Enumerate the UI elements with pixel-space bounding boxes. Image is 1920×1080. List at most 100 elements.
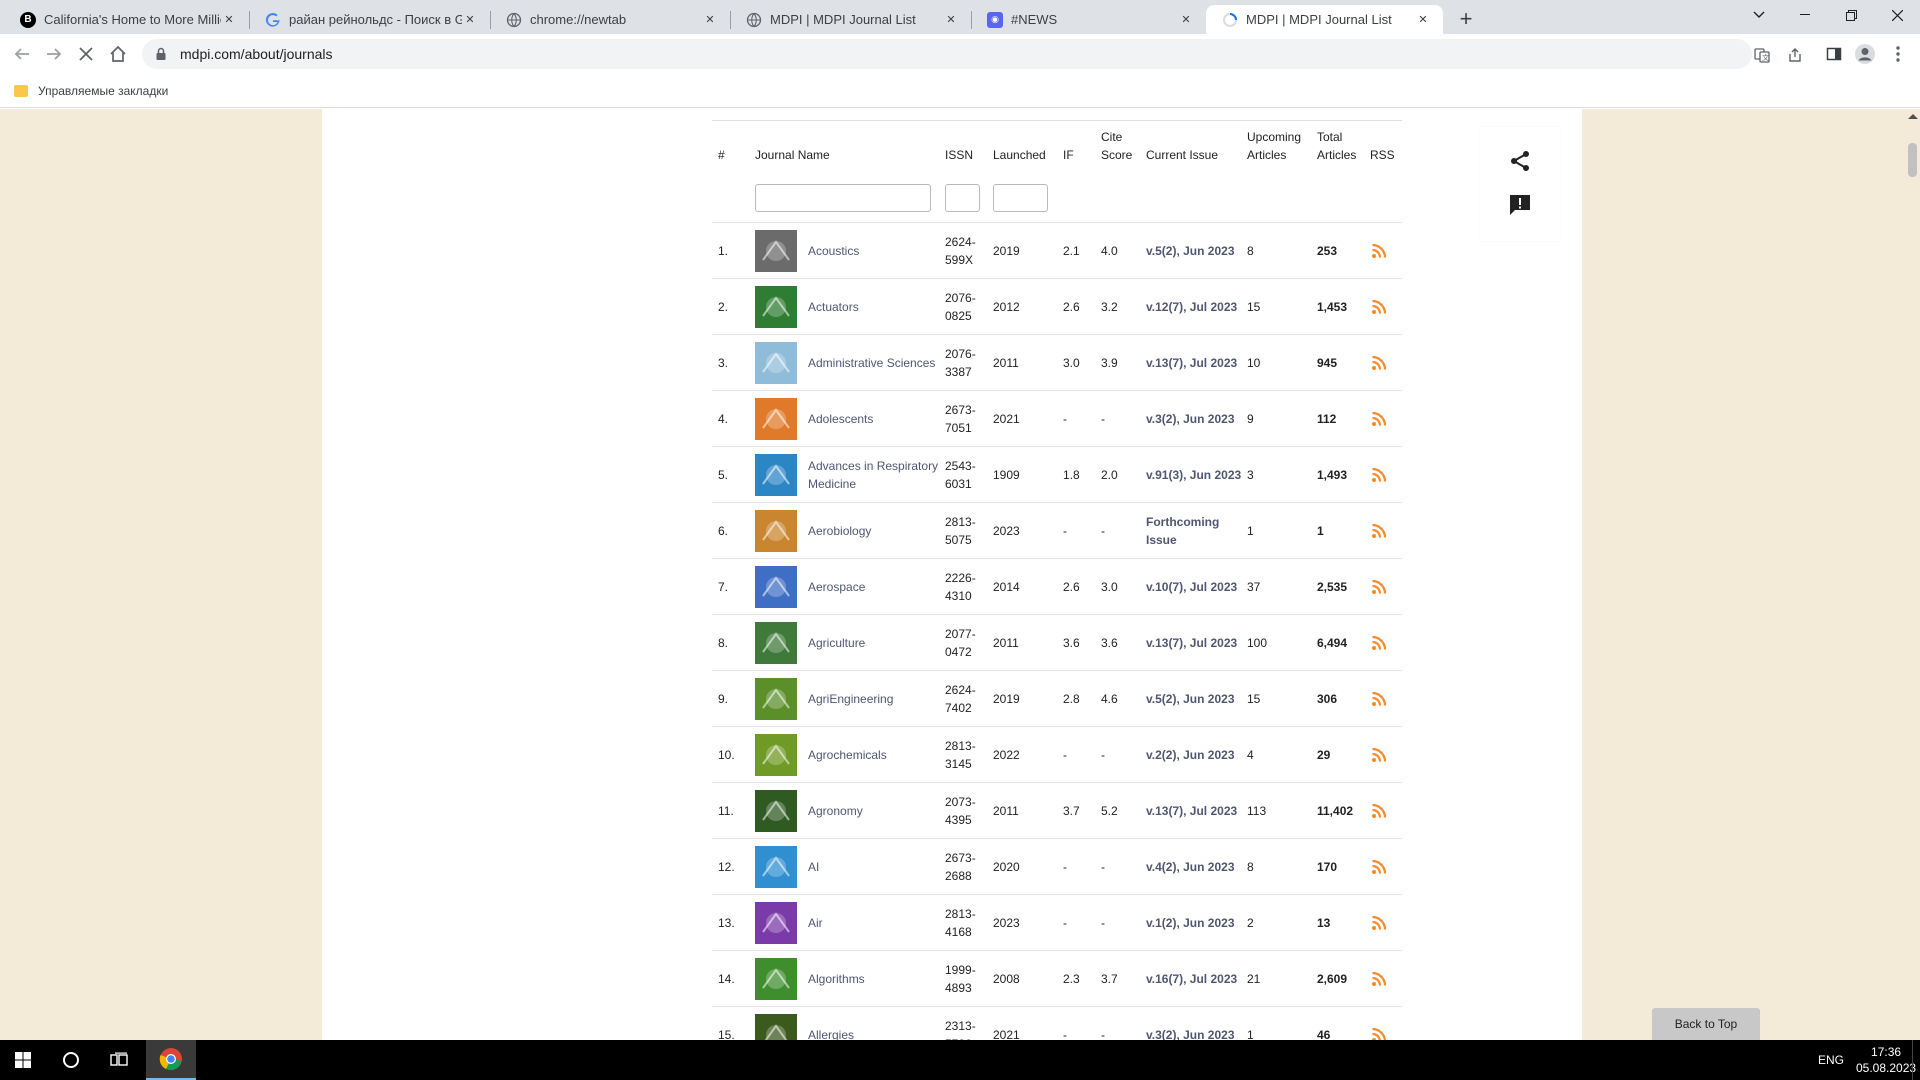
journal-name-link[interactable]: Agrochemicals — [808, 727, 940, 783]
close-tab-icon[interactable]: ✕ — [943, 12, 959, 28]
browser-tab[interactable]: B California's Home to More Millio ✕ — [4, 5, 249, 34]
journal-name-link[interactable]: Allergies — [808, 1007, 940, 1040]
rss-feed-icon[interactable] — [1371, 858, 1389, 876]
browser-tab[interactable]: chrome://newtab ✕ — [490, 5, 730, 34]
journal-logo-icon[interactable] — [755, 790, 797, 832]
rss-feed-icon[interactable] — [1371, 690, 1389, 708]
rss-feed-icon[interactable] — [1371, 634, 1389, 652]
journal-name-link[interactable]: Advances in Respiratory Medicine — [808, 447, 940, 503]
journal-logo-icon[interactable] — [755, 958, 797, 1000]
journal-logo-icon[interactable] — [755, 454, 797, 496]
managed-bookmarks-folder[interactable]: Управляемые закладки — [38, 84, 168, 98]
browser-tab[interactable]: MDPI | MDPI Journal List ✕ — [1206, 5, 1443, 34]
close-tab-icon[interactable]: ✕ — [702, 12, 718, 28]
close-tab-icon[interactable]: ✕ — [462, 12, 478, 28]
close-tab-icon[interactable]: ✕ — [1415, 12, 1431, 28]
journal-logo-icon[interactable] — [755, 342, 797, 384]
search-icon[interactable] — [48, 1040, 94, 1080]
windows-start-icon[interactable] — [0, 1040, 46, 1080]
header-launched[interactable]: Launched — [993, 146, 1046, 164]
current-issue-link[interactable]: v.13(7), Jul 2023 — [1146, 615, 1246, 671]
rss-feed-icon[interactable] — [1371, 746, 1389, 764]
browser-tab[interactable]: райан рейнольдс - Поиск в Goo ✕ — [249, 5, 490, 34]
tab-search-button[interactable] — [1736, 0, 1782, 30]
journal-name-link[interactable]: Air — [808, 895, 940, 951]
show-desktop-button[interactable] — [1912, 1040, 1920, 1080]
rss-feed-icon[interactable] — [1371, 410, 1389, 428]
issn-filter-input[interactable] — [945, 184, 980, 212]
current-issue-link[interactable]: v.12(7), Jul 2023 — [1146, 279, 1246, 335]
scrollbar-thumb[interactable] — [1908, 143, 1917, 177]
rss-feed-icon[interactable] — [1371, 522, 1389, 540]
header-total-articles[interactable]: Total Articles — [1317, 128, 1356, 164]
current-issue-link[interactable]: v.91(3), Jun 2023 — [1146, 447, 1246, 503]
rss-feed-icon[interactable] — [1371, 466, 1389, 484]
close-window-button[interactable] — [1874, 0, 1920, 30]
header-if[interactable]: IF — [1063, 146, 1074, 164]
current-issue-link[interactable]: v.2(2), Jun 2023 — [1146, 727, 1246, 783]
journal-name-link[interactable]: Agronomy — [808, 783, 940, 839]
current-issue-link[interactable]: Forthcoming Issue — [1146, 503, 1246, 559]
journal-name-link[interactable]: AI — [808, 839, 940, 895]
journal-logo-icon[interactable] — [755, 286, 797, 328]
journal-name-link[interactable]: Acoustics — [808, 223, 940, 279]
close-tab-icon[interactable]: ✕ — [1178, 12, 1194, 28]
minimize-button[interactable] — [1782, 0, 1828, 30]
rss-feed-icon[interactable] — [1371, 242, 1389, 260]
current-issue-link[interactable]: v.16(7), Jul 2023 — [1146, 951, 1246, 1007]
journal-name-link[interactable]: Aerobiology — [808, 503, 940, 559]
header-cite-score[interactable]: Cite Score — [1101, 128, 1132, 164]
header-upcoming-articles[interactable]: Upcoming Articles — [1247, 128, 1301, 164]
journal-name-link[interactable]: Administrative Sciences — [808, 335, 940, 391]
journal-name-filter-input[interactable] — [755, 184, 931, 212]
close-tab-icon[interactable]: ✕ — [221, 12, 237, 28]
translate-icon[interactable]: 文 — [1750, 43, 1774, 67]
new-tab-button[interactable]: + — [1452, 6, 1480, 34]
journal-logo-icon[interactable] — [755, 846, 797, 888]
journal-logo-icon[interactable] — [755, 510, 797, 552]
rss-feed-icon[interactable] — [1371, 802, 1389, 820]
scroll-up-arrow-icon[interactable] — [1908, 114, 1918, 119]
current-issue-link[interactable]: v.5(2), Jun 2023 — [1146, 671, 1246, 727]
home-button[interactable] — [104, 40, 132, 68]
current-issue-link[interactable]: v.10(7), Jul 2023 — [1146, 559, 1246, 615]
rss-feed-icon[interactable] — [1371, 1026, 1389, 1040]
system-clock[interactable]: 17:36 05.08.2023 — [1856, 1044, 1916, 1076]
journal-name-link[interactable]: Agriculture — [808, 615, 940, 671]
journal-logo-icon[interactable] — [755, 230, 797, 272]
journal-logo-icon[interactable] — [755, 566, 797, 608]
journal-name-link[interactable]: Aerospace — [808, 559, 940, 615]
page-scrollbar[interactable] — [1905, 109, 1920, 1040]
chrome-menu-icon[interactable] — [1884, 40, 1912, 68]
share-page-icon[interactable] — [1783, 43, 1807, 67]
current-issue-link[interactable]: v.13(7), Jul 2023 — [1146, 783, 1246, 839]
launched-filter-input[interactable] — [993, 184, 1048, 212]
journal-name-link[interactable]: Algorithms — [808, 951, 940, 1007]
journal-logo-icon[interactable] — [755, 902, 797, 944]
current-issue-link[interactable]: v.5(2), Jun 2023 — [1146, 223, 1246, 279]
input-language[interactable]: ENG — [1818, 1053, 1844, 1067]
rss-feed-icon[interactable] — [1371, 578, 1389, 596]
feedback-icon[interactable] — [1508, 193, 1532, 222]
browser-tab[interactable]: ◉ #NEWS ✕ — [971, 5, 1206, 34]
rss-feed-icon[interactable] — [1371, 970, 1389, 988]
profile-avatar-icon[interactable] — [1851, 40, 1879, 68]
back-to-top-button[interactable]: Back to Top — [1652, 1008, 1760, 1040]
header-issn[interactable]: ISSN — [945, 146, 973, 164]
task-view-icon[interactable] — [96, 1040, 142, 1080]
back-button[interactable] — [8, 40, 36, 68]
restore-button[interactable] — [1828, 0, 1874, 30]
header-journal-name[interactable]: Journal Name — [755, 146, 830, 164]
journal-logo-icon[interactable] — [755, 622, 797, 664]
browser-tab[interactable]: MDPI | MDPI Journal List ✕ — [730, 5, 971, 34]
current-issue-link[interactable]: v.4(2), Jun 2023 — [1146, 839, 1246, 895]
stop-loading-button[interactable] — [72, 40, 100, 68]
share-icon[interactable] — [1508, 149, 1532, 178]
rss-feed-icon[interactable] — [1371, 298, 1389, 316]
journal-logo-icon[interactable] — [755, 678, 797, 720]
side-panel-icon[interactable] — [1820, 40, 1848, 68]
current-issue-link[interactable]: v.1(2), Jun 2023 — [1146, 895, 1246, 951]
journal-name-link[interactable]: AgriEngineering — [808, 671, 940, 727]
chrome-taskbar-icon[interactable] — [146, 1040, 196, 1080]
rss-feed-icon[interactable] — [1371, 914, 1389, 932]
